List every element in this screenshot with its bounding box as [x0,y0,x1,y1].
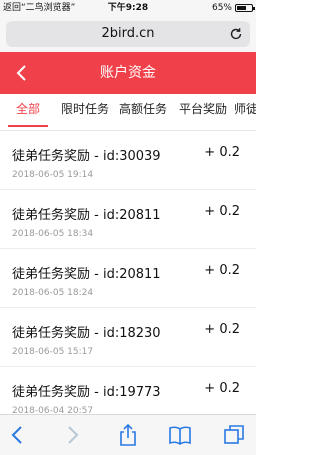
forward-arrow-icon[interactable] [60,423,84,447]
list-item[interactable]: 徒弟任务奖励 - id:30039 + 0.2 2018-06-05 19:14 [0,131,256,190]
category-tabs: 全部 限时任务 高额任务 平台奖励 师徒 [0,94,256,131]
records-list: 徒弟任务奖励 - id:30039 + 0.2 2018-06-05 19:14… [0,131,256,426]
battery-percent: 65% [211,3,232,13]
active-tab-indicator [8,125,48,127]
browser-toolbar [0,414,256,455]
share-icon[interactable] [116,423,140,447]
record-amount: + 0.2 [204,145,240,160]
tab-high-reward-tasks[interactable]: 高额任务 [116,94,170,130]
page-title: 账户资金 [100,65,156,81]
record-title: 徒弟任务奖励 - id:20811 [12,267,161,282]
back-arrow-icon[interactable] [6,423,30,447]
app-header: 账户资金 [0,52,256,94]
battery-icon [235,4,255,12]
record-title: 徒弟任务奖励 - id:20811 [12,208,161,223]
record-title: 徒弟任务奖励 - id:18230 [12,326,161,341]
record-date: 2018-06-05 18:34 [12,229,94,239]
bookmarks-icon[interactable] [168,423,192,447]
list-item[interactable]: 徒弟任务奖励 - id:20811 + 0.2 2018-06-05 18:24 [0,249,256,308]
tab-limited-tasks[interactable]: 限时任务 [58,94,112,130]
tab-mentor[interactable]: 师徒 [234,94,256,130]
battery-indicator: 65% [211,0,255,16]
record-date: 2018-06-05 19:14 [12,170,94,180]
status-bar: 返回“二鸟浏览器” 下午9:28 65% [0,0,256,16]
address-bar[interactable]: 2bird.cn [6,21,250,47]
list-item[interactable]: 徒弟任务奖励 - id:20811 + 0.2 2018-06-05 18:34 [0,190,256,249]
record-amount: + 0.2 [204,204,240,219]
record-title: 徒弟任务奖励 - id:19773 [12,385,161,400]
record-amount: + 0.2 [204,322,240,337]
url-text: 2bird.cn [101,26,155,41]
list-item[interactable]: 徒弟任务奖励 - id:18230 + 0.2 2018-06-05 15:17 [0,308,256,367]
record-amount: + 0.2 [204,263,240,278]
record-title: 徒弟任务奖励 - id:30039 [12,149,161,164]
reload-icon[interactable] [228,26,244,42]
record-date: 2018-06-05 15:17 [12,347,94,357]
browser-address-area: 2bird.cn [0,16,256,52]
tab-platform-rewards[interactable]: 平台奖励 [176,94,230,130]
record-date: 2018-06-05 18:24 [12,288,94,298]
record-amount: + 0.2 [204,381,240,396]
tabs-icon[interactable] [222,423,246,447]
